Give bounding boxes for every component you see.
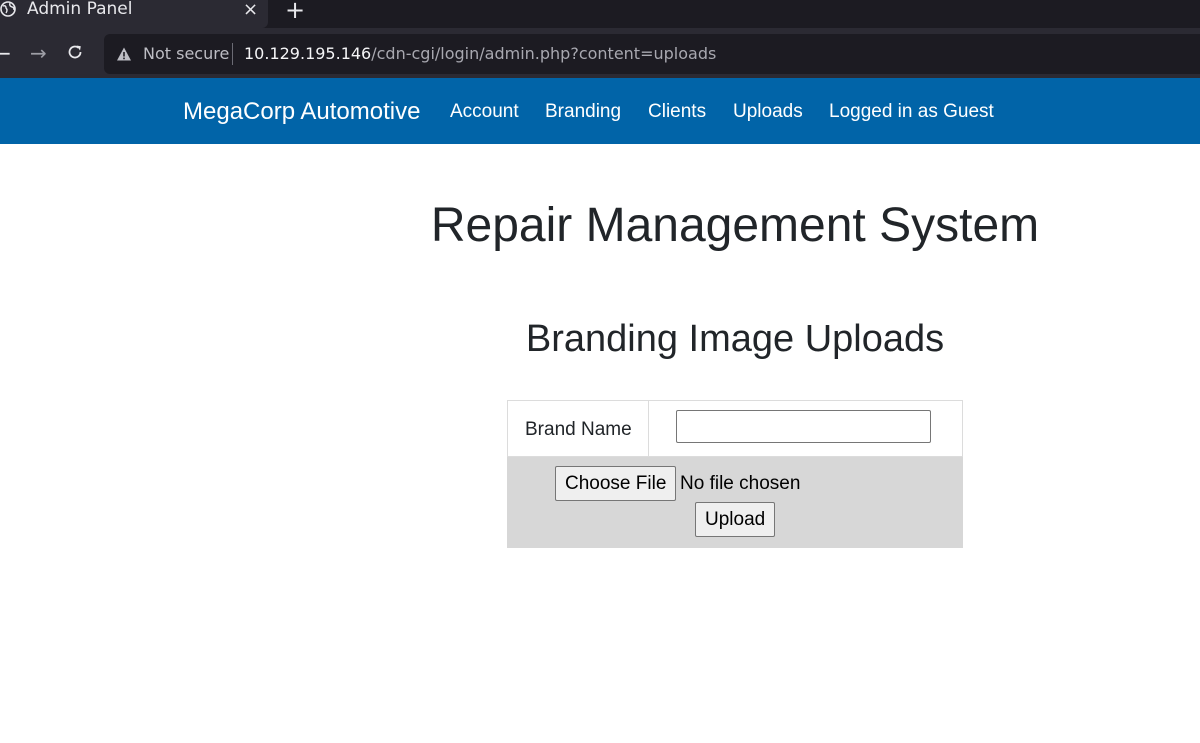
section-title: Branding Image Uploads xyxy=(525,318,945,360)
security-label[interactable]: Not secure xyxy=(143,44,229,63)
file-upload-row: Choose File No file chosen Upload xyxy=(507,457,963,548)
nav-link-logged-in-user[interactable]: Logged in as Guest xyxy=(829,101,994,123)
close-icon[interactable]: × xyxy=(243,0,258,20)
forward-arrow-icon[interactable]: → xyxy=(30,41,47,65)
address-bar[interactable]: Not secure 10.129.195.146/cdn-cgi/login/… xyxy=(104,34,1200,74)
nav-link-clients[interactable]: Clients xyxy=(648,101,706,123)
reload-icon[interactable] xyxy=(66,43,84,61)
site-navbar: MegaCorp Automotive Account Branding Cli… xyxy=(0,78,1200,144)
site-brand-link[interactable]: MegaCorp Automotive xyxy=(183,98,420,126)
brand-name-label: Brand Name xyxy=(525,419,632,440)
brand-name-input[interactable] xyxy=(676,410,931,443)
nav-link-uploads[interactable]: Uploads xyxy=(733,101,803,123)
new-tab-icon[interactable]: + xyxy=(285,0,305,24)
upload-form: Brand Name Choose File No file chosen Up… xyxy=(507,400,963,548)
nav-link-account[interactable]: Account xyxy=(450,101,519,123)
choose-file-button[interactable]: Choose File xyxy=(555,466,677,501)
tab-title: Admin Panel xyxy=(27,0,133,19)
brand-name-row: Brand Name xyxy=(507,400,963,457)
url-path: /cdn-cgi/login/admin.php?content=uploads xyxy=(371,44,717,63)
url-text[interactable]: 10.129.195.146/cdn-cgi/login/admin.php?c… xyxy=(244,44,716,63)
browser-toolbar: ← → Not secure 10.129.195.146/cdn-cgi/lo… xyxy=(0,28,1200,78)
nav-link-branding[interactable]: Branding xyxy=(545,101,621,123)
warning-icon[interactable] xyxy=(116,46,132,62)
url-divider xyxy=(232,43,233,65)
upload-button[interactable]: Upload xyxy=(695,502,776,537)
page-title: Repair Management System xyxy=(430,199,1040,252)
browser-tab-strip: Admin Panel × + xyxy=(0,0,1200,28)
url-host: 10.129.195.146 xyxy=(244,44,372,63)
brand-name-cell: Brand Name xyxy=(508,401,649,456)
browser-tab[interactable]: Admin Panel × xyxy=(0,0,268,28)
back-arrow-icon[interactable]: ← xyxy=(0,41,11,65)
globe-icon xyxy=(0,1,16,17)
file-status-text: No file chosen xyxy=(680,473,801,494)
